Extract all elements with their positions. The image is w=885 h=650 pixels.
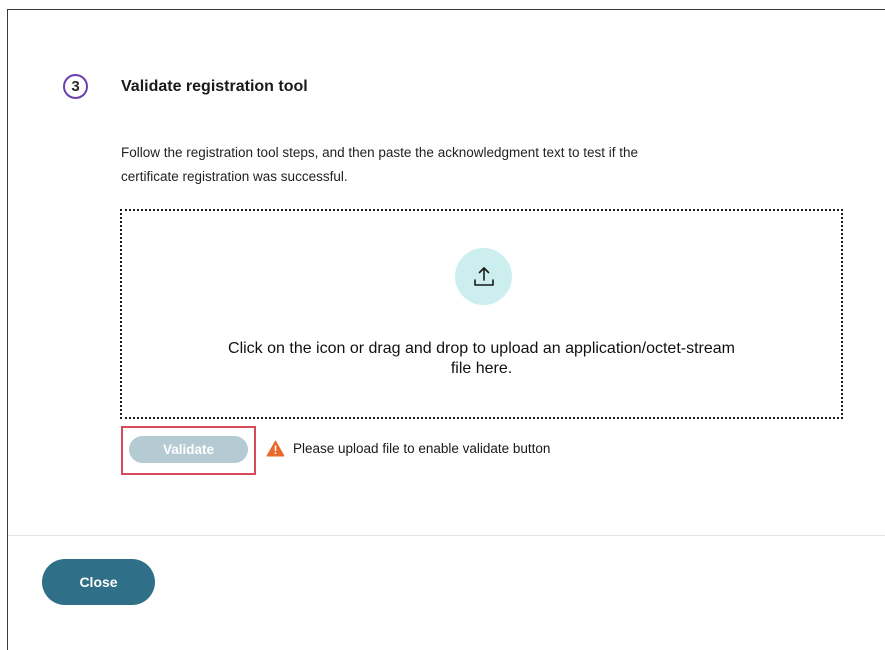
warning-icon [266,440,285,457]
validate-button[interactable]: Validate [129,436,248,463]
validate-warning-text: Please upload file to enable validate bu… [293,441,551,456]
close-button[interactable]: Close [42,559,155,605]
dropzone-instructions: Click on the icon or drag and drop to up… [142,339,821,379]
dropzone-text-line-2: file here. [450,360,513,377]
description-line-1: Follow the registration tool steps, and … [121,145,639,160]
step-description: Follow the registration tool steps, and … [121,141,821,189]
step-title: Validate registration tool [121,78,308,95]
upload-icon [473,266,494,286]
footer-divider [8,535,885,536]
step-number-badge: 3 [63,74,88,99]
dropzone-text-line-1: Click on the icon or drag and drop to up… [228,340,735,357]
file-dropzone[interactable]: Click on the icon or drag and drop to up… [120,209,843,419]
upload-button[interactable] [455,248,512,305]
description-line-2: certificate registration was successful. [121,169,348,184]
